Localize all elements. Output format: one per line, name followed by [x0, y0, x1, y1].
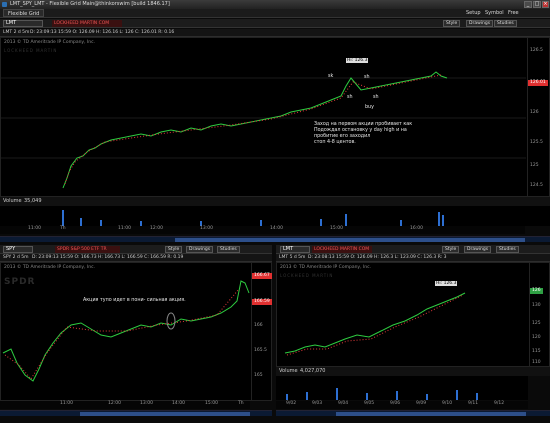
maximize-button[interactable]: □ — [533, 1, 541, 8]
main-quote-bar: LMT 2 d 5m D: 23:09:13 15:59 O: 126.09 H… — [0, 29, 550, 37]
spy-scroll-thumb[interactable] — [80, 412, 250, 416]
window-title: LMT_SPY_LMT - Flexible Grid Main@thinkor… — [10, 1, 170, 7]
main-candles — [1, 71, 526, 189]
lmt2-volume-bars — [286, 388, 478, 400]
lmt2-price-chart[interactable]: 2013 © TD Ameritrade IP Company, Inc. LO… — [276, 262, 550, 367]
spy-studies-button[interactable]: Studies — [217, 246, 240, 253]
studies-button[interactable]: Studies — [494, 20, 517, 27]
spy-symbol-input[interactable]: SPY — [3, 246, 33, 253]
annotation-sh3: sh — [373, 95, 379, 100]
lmt2-quote-bar: LMT 5 d 5m D: 23:08:13 15:59 O: 126.09 H… — [276, 254, 550, 262]
volume-bars — [62, 210, 444, 226]
spy-style-button[interactable]: Style — [165, 246, 183, 253]
main-time-axis: 11:00 Th 11:00 12:00 13:00 14:00 15:00 1… — [0, 226, 525, 234]
menu-free[interactable]: Free — [508, 9, 519, 18]
main-y-axis: 126.5 126.01 126 125.5 125 124.5 — [527, 38, 549, 196]
lmt2-price-tag: 126 — [530, 288, 543, 294]
trade-note: Заход на первом акции пробивает как Подо… — [314, 122, 413, 145]
scroll-thumb[interactable] — [175, 238, 525, 242]
drawings-button[interactable]: Drawings — [466, 20, 494, 27]
volume-chart[interactable] — [0, 206, 550, 226]
lmt2-volume-chart[interactable] — [276, 376, 528, 400]
lmt2-style-button[interactable]: Style — [442, 246, 460, 253]
menu-symbol[interactable]: Symbol — [485, 9, 504, 18]
spy-price-chart[interactable]: 2013 © TD Ameritrade IP Company, Inc. SP… — [0, 262, 272, 401]
lmt2-description: LOCKHEED MARTIN COM — [312, 246, 372, 253]
main-price-chart[interactable]: 2013 © TD Ameritrade IP Company, Inc. LO… — [0, 37, 550, 197]
spy-price-tag: 166.59 — [252, 299, 272, 305]
lmt2-volume-value: 4,027,070 — [300, 368, 326, 374]
lmt2-studies-button[interactable]: Studies — [496, 246, 519, 253]
spy-price-tag-top: 166.67 — [252, 273, 272, 279]
lmt2-hi-label: Hi: 126.3 — [435, 281, 458, 286]
lmt2-y-axis: 126 130 125 120 115 110 — [529, 263, 550, 366]
app-logo — [2, 2, 7, 7]
spy-annotation: Акция тупо идет в пони- сильная акция. — [83, 298, 186, 303]
volume-value: 35,049 — [24, 198, 42, 204]
window-titlebar: LMT_SPY_LMT - Flexible Grid Main@thinkor… — [0, 0, 550, 9]
annotation-sh2: sh — [347, 95, 353, 100]
annotation-buy: buy — [365, 105, 374, 110]
quote-values: D: 23:09:13 15:59 O: 126.09 H: 126.16 L:… — [30, 30, 175, 35]
spy-drawings-button[interactable]: Drawings — [186, 246, 214, 253]
hi-label: Hi: 126.3 — [346, 58, 369, 63]
lmt2-symbol-input[interactable]: LMT — [280, 246, 310, 253]
main-scrollbar[interactable] — [0, 236, 550, 242]
spy-description: SPDR S&P 500 ETF TR — [55, 246, 120, 253]
volume-header: Volume 35,049 — [0, 197, 550, 206]
spy-time-axis: 11:00 12:00 13:00 14:00 15:00 Th — [0, 401, 250, 409]
tab-flexible-grid[interactable]: Flexible Grid — [3, 9, 45, 17]
lmt2-candles — [284, 292, 466, 356]
lmt2-scrollbar[interactable] — [276, 410, 550, 416]
last-price-tag: 126.01 — [528, 80, 548, 86]
annotation-sh1: sh — [364, 75, 370, 80]
minimize-button[interactable]: _ — [524, 1, 532, 8]
spy-header: SPY SPDR S&P 500 ETF TR Style Drawings S… — [0, 245, 272, 254]
lmt2-header: LMT LOCKHEED MARTIN COM Style Drawings S… — [276, 245, 550, 254]
spy-y-axis: 166.67 166.59 166 165.5 165 — [251, 263, 272, 400]
annotation-sk: sk — [328, 74, 334, 79]
lmt2-drawings-button[interactable]: Drawings — [464, 246, 492, 253]
spy-quote-bar: SPY 2 d 5m D: 23:09:13 15:59 O: 166.73 H… — [0, 254, 272, 262]
lmt2-volume-header: Volume 4,027,070 — [276, 367, 550, 376]
symbol-input[interactable]: LMT — [3, 20, 43, 27]
lmt2-scroll-thumb[interactable] — [336, 412, 526, 416]
style-button[interactable]: Style — [443, 20, 461, 27]
menu-setup[interactable]: Setup — [466, 9, 481, 18]
close-button[interactable]: × — [542, 1, 549, 8]
spy-candles — [2, 280, 250, 382]
menu-bar: Flexible Grid Setup Symbol Free — [0, 9, 550, 18]
main-chart-header: LMT LOCKHEED MARTIN COM Style Drawings S… — [0, 19, 550, 28]
symbol-description: LOCKHEED MARTIN COM — [52, 20, 122, 27]
aggregation-label[interactable]: LMT 2 d 5m — [3, 29, 29, 37]
lmt2-time-axis: 9/02 9/03 9/04 9/05 9/06 9/09 9/10 9/11 … — [276, 401, 528, 409]
spy-scrollbar[interactable] — [0, 410, 272, 416]
